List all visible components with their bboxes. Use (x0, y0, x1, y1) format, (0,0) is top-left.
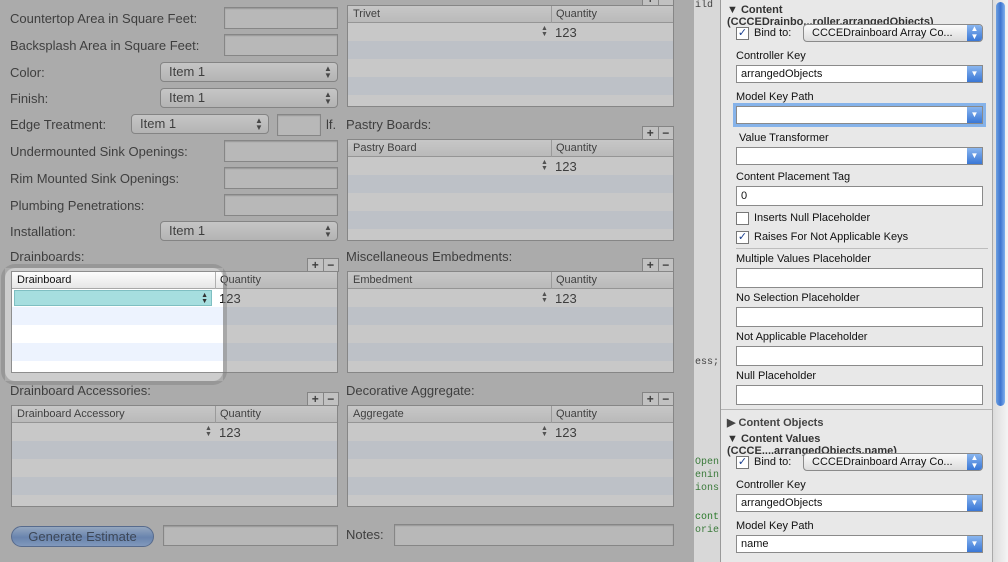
code-fragment: cont (695, 512, 720, 523)
null-placeholder-label: Null Placeholder (736, 370, 817, 382)
model-key-path-combo-2[interactable]: name ▼ (736, 535, 983, 553)
multiple-values-field[interactable] (736, 268, 983, 288)
dim-overlay (0, 0, 694, 268)
model-key-path-value-2: name (741, 538, 769, 550)
dim-overlay (223, 268, 694, 381)
model-key-path-combo[interactable]: ▼ (736, 106, 983, 124)
bind-target-value-2: CCCEDrainboard Array Co... (812, 456, 953, 468)
code-fragment: Open (695, 457, 720, 468)
controller-key-label-2: Controller Key (736, 479, 806, 491)
bind-target-value: CCCEDrainboard Array Co... (812, 27, 953, 39)
bind-to-label-2: Bind to: (754, 456, 792, 468)
content-placement-tag-label: Content Placement Tag (736, 171, 851, 183)
bindings-inspector: ▼ Content (CCCEDrainbo...roller.arranged… (720, 0, 993, 562)
bind-target-popup[interactable]: CCCEDrainboard Array Co... ▲ ▼ (803, 24, 983, 42)
not-applicable-label: Not Applicable Placeholder (736, 331, 868, 343)
raises-not-applicable-checkbox[interactable]: ✓ (736, 231, 749, 244)
controller-key-combo-2[interactable]: arrangedObjects ▼ (736, 494, 983, 512)
section-separator (721, 409, 993, 410)
dim-overlay (0, 381, 694, 562)
raises-not-applicable-label: Raises For Not Applicable Keys (754, 231, 909, 243)
code-fragment: ions (695, 483, 720, 494)
no-selection-label: No Selection Placeholder (736, 292, 860, 304)
content-placement-tag-field[interactable]: 0 (736, 186, 983, 206)
value-transformer-label: Value Transformer (739, 132, 829, 144)
code-fragment: orie (695, 525, 720, 536)
chevron-down-icon[interactable]: ▼ (967, 107, 982, 123)
chevron-down-icon[interactable]: ▼ (967, 66, 982, 82)
null-placeholder-field[interactable] (736, 385, 983, 405)
code-editor-background: ild ess; Open enin ions cont orie (693, 0, 720, 562)
bind-to-label: Bind to: (754, 27, 792, 39)
chevron-down-icon[interactable]: ▼ (967, 148, 982, 164)
divider (736, 248, 988, 249)
multiple-values-label: Multiple Values Placeholder (736, 253, 871, 265)
code-fragment: ess; (695, 357, 720, 368)
model-key-path-label: Model Key Path (736, 91, 814, 103)
controller-key-value-2: arrangedObjects (741, 497, 823, 509)
no-selection-field[interactable] (736, 307, 983, 327)
chevron-down-icon[interactable]: ▼ (967, 495, 982, 511)
content-objects-header[interactable]: ▶ Content Objects (727, 416, 823, 429)
bind-target-popup-2[interactable]: CCCEDrainboard Array Co... ▲ ▼ (803, 453, 983, 471)
model-key-path-label-2: Model Key Path (736, 520, 814, 532)
inspector-scrollbar[interactable] (992, 0, 1008, 562)
chevron-down-icon[interactable]: ▼ (967, 536, 982, 552)
controller-key-label: Controller Key (736, 50, 806, 62)
controller-key-combo[interactable]: arrangedObjects ▼ (736, 65, 983, 83)
focus-highlight (5, 268, 223, 381)
code-fragment: ild (695, 0, 714, 11)
value-transformer-combo[interactable]: ▼ (736, 147, 983, 165)
not-applicable-field[interactable] (736, 346, 983, 366)
inserts-null-label: Inserts Null Placeholder (754, 212, 871, 224)
updown-arrows-icon: ▲ ▼ (967, 454, 982, 470)
bind-to-checkbox[interactable]: ✓ (736, 27, 749, 40)
scrollbar-thumb[interactable] (996, 2, 1005, 406)
inserts-null-checkbox[interactable] (736, 212, 749, 225)
updown-arrows-icon: ▲ ▼ (967, 25, 982, 41)
code-fragment: enin (695, 470, 720, 481)
controller-key-value: arrangedObjects (741, 68, 823, 80)
bind-to-checkbox-2[interactable]: ✓ (736, 456, 749, 469)
